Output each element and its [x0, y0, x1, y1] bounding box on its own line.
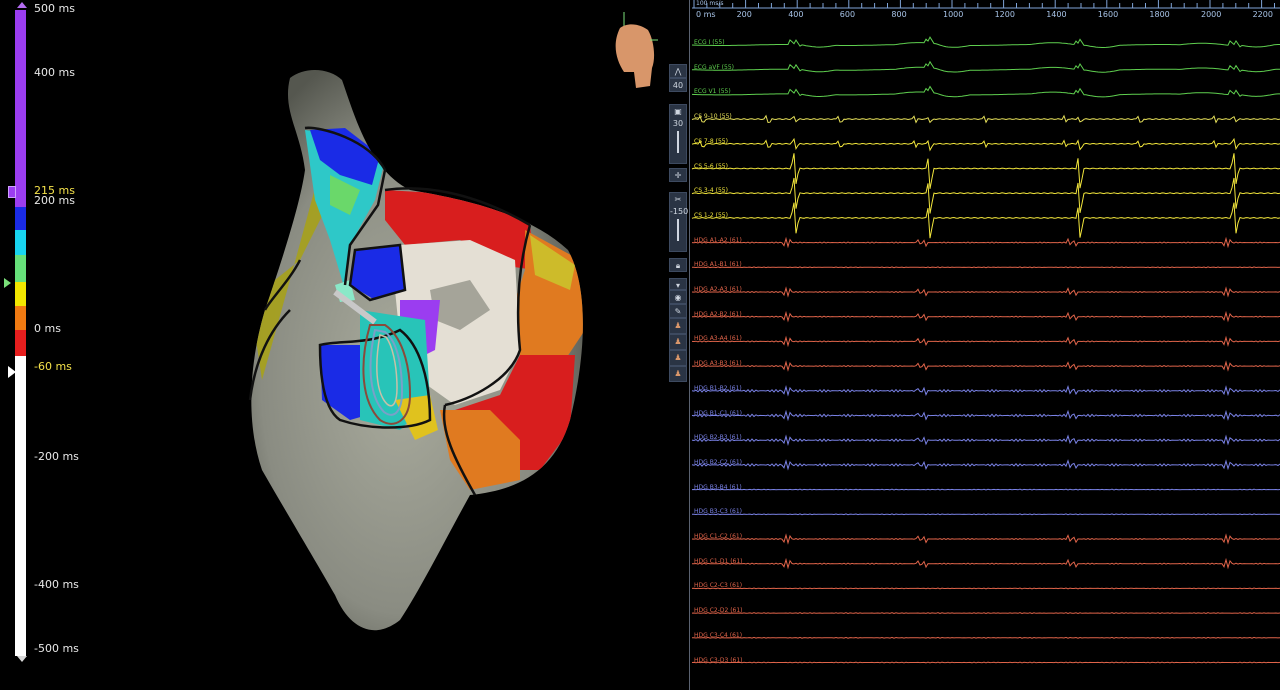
gain-icon[interactable]: ⋀	[669, 64, 687, 78]
timeline-tick-label: 600	[839, 10, 856, 19]
egm-trace[interactable]	[691, 153, 1280, 189]
egm-channel-label[interactable]: ECG V1 (55)	[694, 88, 731, 95]
timeline-tick-label: 2000	[1201, 10, 1222, 19]
scissors-icon: ✂	[674, 195, 682, 204]
egm-channel-label[interactable]: CS 1-2 (55)	[694, 212, 728, 219]
egm-channel-label[interactable]: HDG A3-B3 (61)	[694, 360, 742, 367]
pen-icon[interactable]: ✎	[669, 304, 687, 318]
egm-channel-label[interactable]: HDG C2-C3 (61)	[694, 582, 742, 589]
egm-channel-label[interactable]: HDG C2-D2 (61)	[694, 607, 743, 614]
egm-channel-label[interactable]: HDG C3-D3 (61)	[694, 657, 743, 664]
gain-value[interactable]: 40	[669, 78, 687, 92]
egm-channel-label[interactable]: ECG aVF (55)	[694, 64, 734, 71]
timeline-unit-label: 100 ms/s	[696, 0, 724, 7]
egm-trace[interactable]	[691, 60, 1280, 73]
egm-trace[interactable]	[691, 612, 1280, 615]
timeline-tick-label: 200	[736, 10, 752, 19]
timeline-tick-label: 1600	[1097, 10, 1119, 19]
egm-channel-label[interactable]: HDG B3-B4 (61)	[694, 484, 742, 491]
egm-trace[interactable]	[691, 360, 1280, 372]
egm-channel-label[interactable]: HDG A3-A4 (61)	[694, 335, 742, 342]
egm-channel-label[interactable]: CS 3-4 (55)	[694, 187, 728, 194]
offset-panel[interactable]: ✂ -150	[669, 192, 689, 252]
egm-trace[interactable]	[691, 85, 1280, 98]
egm-channel-label[interactable]: HDG B2-B3 (61)	[694, 434, 742, 441]
egm-channel-label[interactable]: HDG B3-C3 (61)	[694, 508, 742, 515]
torso-view-4-icon[interactable]: ♟	[669, 366, 687, 382]
offset-slider[interactable]	[677, 219, 679, 241]
egm-trace[interactable]	[691, 286, 1280, 298]
egm-trace[interactable]	[691, 114, 1280, 124]
egm-trace[interactable]	[691, 557, 1280, 570]
scale-panel[interactable]: ▣ 30	[669, 104, 687, 164]
egm-channel-label[interactable]: HDG C1-C2 (61)	[694, 533, 742, 540]
timeline-tick-label: 1400	[1046, 10, 1067, 19]
torso-view-1-icon[interactable]: ♟	[669, 318, 687, 334]
egm-trace[interactable]	[691, 488, 1280, 491]
egm-channel-label[interactable]: HDG B1-C1 (61)	[694, 410, 742, 417]
egm-channel-label[interactable]: HDG C3-C4 (61)	[694, 632, 742, 639]
scale-slider[interactable]	[677, 131, 679, 153]
egm-trace[interactable]	[691, 636, 1280, 639]
timeline-tick-label: 2200	[1252, 10, 1273, 19]
orientation-torso-icon[interactable]	[610, 10, 658, 92]
egm-channel-label[interactable]: CS 7-8 (55)	[694, 138, 728, 145]
egm-trace[interactable]	[691, 36, 1280, 48]
timeline-tick-label: 0 ms	[696, 10, 716, 19]
egm-channel-label[interactable]: HDG B1-B2 (61)	[694, 385, 742, 392]
egm-channel-label[interactable]: HDG A2-B2 (61)	[694, 311, 742, 318]
dropdown-icon[interactable]: ▾	[669, 278, 687, 290]
egm-trace[interactable]	[691, 513, 1280, 516]
signal-toolbar: ⋀ 40 ▣ 30 ✛ ✂ -150 🔒︎ ▾ ◉ ✎ ♟ ♟ ♟ ♟	[668, 64, 688, 386]
timeline-tick-label: 1200	[994, 10, 1015, 19]
egm-channel-label[interactable]: CS 5-6 (55)	[694, 163, 728, 170]
timeline-tick-label: 1800	[1149, 10, 1170, 19]
window-icon: ▣	[674, 107, 682, 116]
egm-trace[interactable]	[691, 202, 1280, 239]
egm-channel-label[interactable]: CS 9-10 (55)	[694, 113, 732, 120]
electrogram-traces[interactable]	[690, 0, 1280, 690]
egm-trace[interactable]	[691, 335, 1280, 348]
egm-trace[interactable]	[691, 310, 1280, 323]
eye-icon[interactable]: ◉	[669, 290, 687, 304]
lock-icon[interactable]: 🔒︎	[669, 258, 687, 272]
egm-channel-label[interactable]: HDG A1-A2 (61)	[694, 237, 742, 244]
egm-trace[interactable]	[691, 533, 1280, 545]
move-icon[interactable]: ✛	[669, 168, 687, 182]
offset-value: -150	[670, 207, 689, 216]
egm-trace[interactable]	[691, 587, 1280, 590]
electrogram-panel[interactable]: 100 ms/s 0 ms 200 400 600 800 1000 1200 1400 1600…	[689, 0, 1280, 690]
egm-channel-label[interactable]: ECG I (55)	[694, 39, 725, 46]
egm-trace[interactable]	[691, 434, 1280, 446]
torso-view-3-icon[interactable]: ♟	[669, 350, 687, 366]
filter-value: 30	[672, 119, 684, 128]
torso-view-2-icon[interactable]: ♟	[669, 334, 687, 350]
egm-channel-label[interactable]: HDG B2-C2 (61)	[694, 459, 742, 466]
heart-chamber-shell[interactable]	[248, 69, 585, 631]
egm-trace[interactable]	[691, 137, 1280, 152]
egm-trace[interactable]	[691, 177, 1280, 214]
egm-trace[interactable]	[691, 459, 1280, 471]
egm-channel-label[interactable]: HDG C1-D1 (61)	[694, 558, 743, 565]
timeline-tick-label: 400	[788, 10, 804, 19]
timeline-tick-label: 1000	[943, 10, 964, 19]
egm-channel-label[interactable]: HDG A1-B1 (61)	[694, 261, 742, 268]
egm-trace[interactable]	[691, 385, 1280, 397]
egm-trace[interactable]	[691, 236, 1280, 249]
timeline-tick-label: 800	[891, 10, 907, 19]
activation-map-3d-view[interactable]	[0, 0, 690, 690]
egm-trace[interactable]	[691, 266, 1280, 269]
egm-trace[interactable]	[691, 409, 1280, 422]
egm-trace[interactable]	[691, 661, 1280, 664]
egm-channel-label[interactable]: HDG A2-A3 (61)	[694, 286, 742, 293]
